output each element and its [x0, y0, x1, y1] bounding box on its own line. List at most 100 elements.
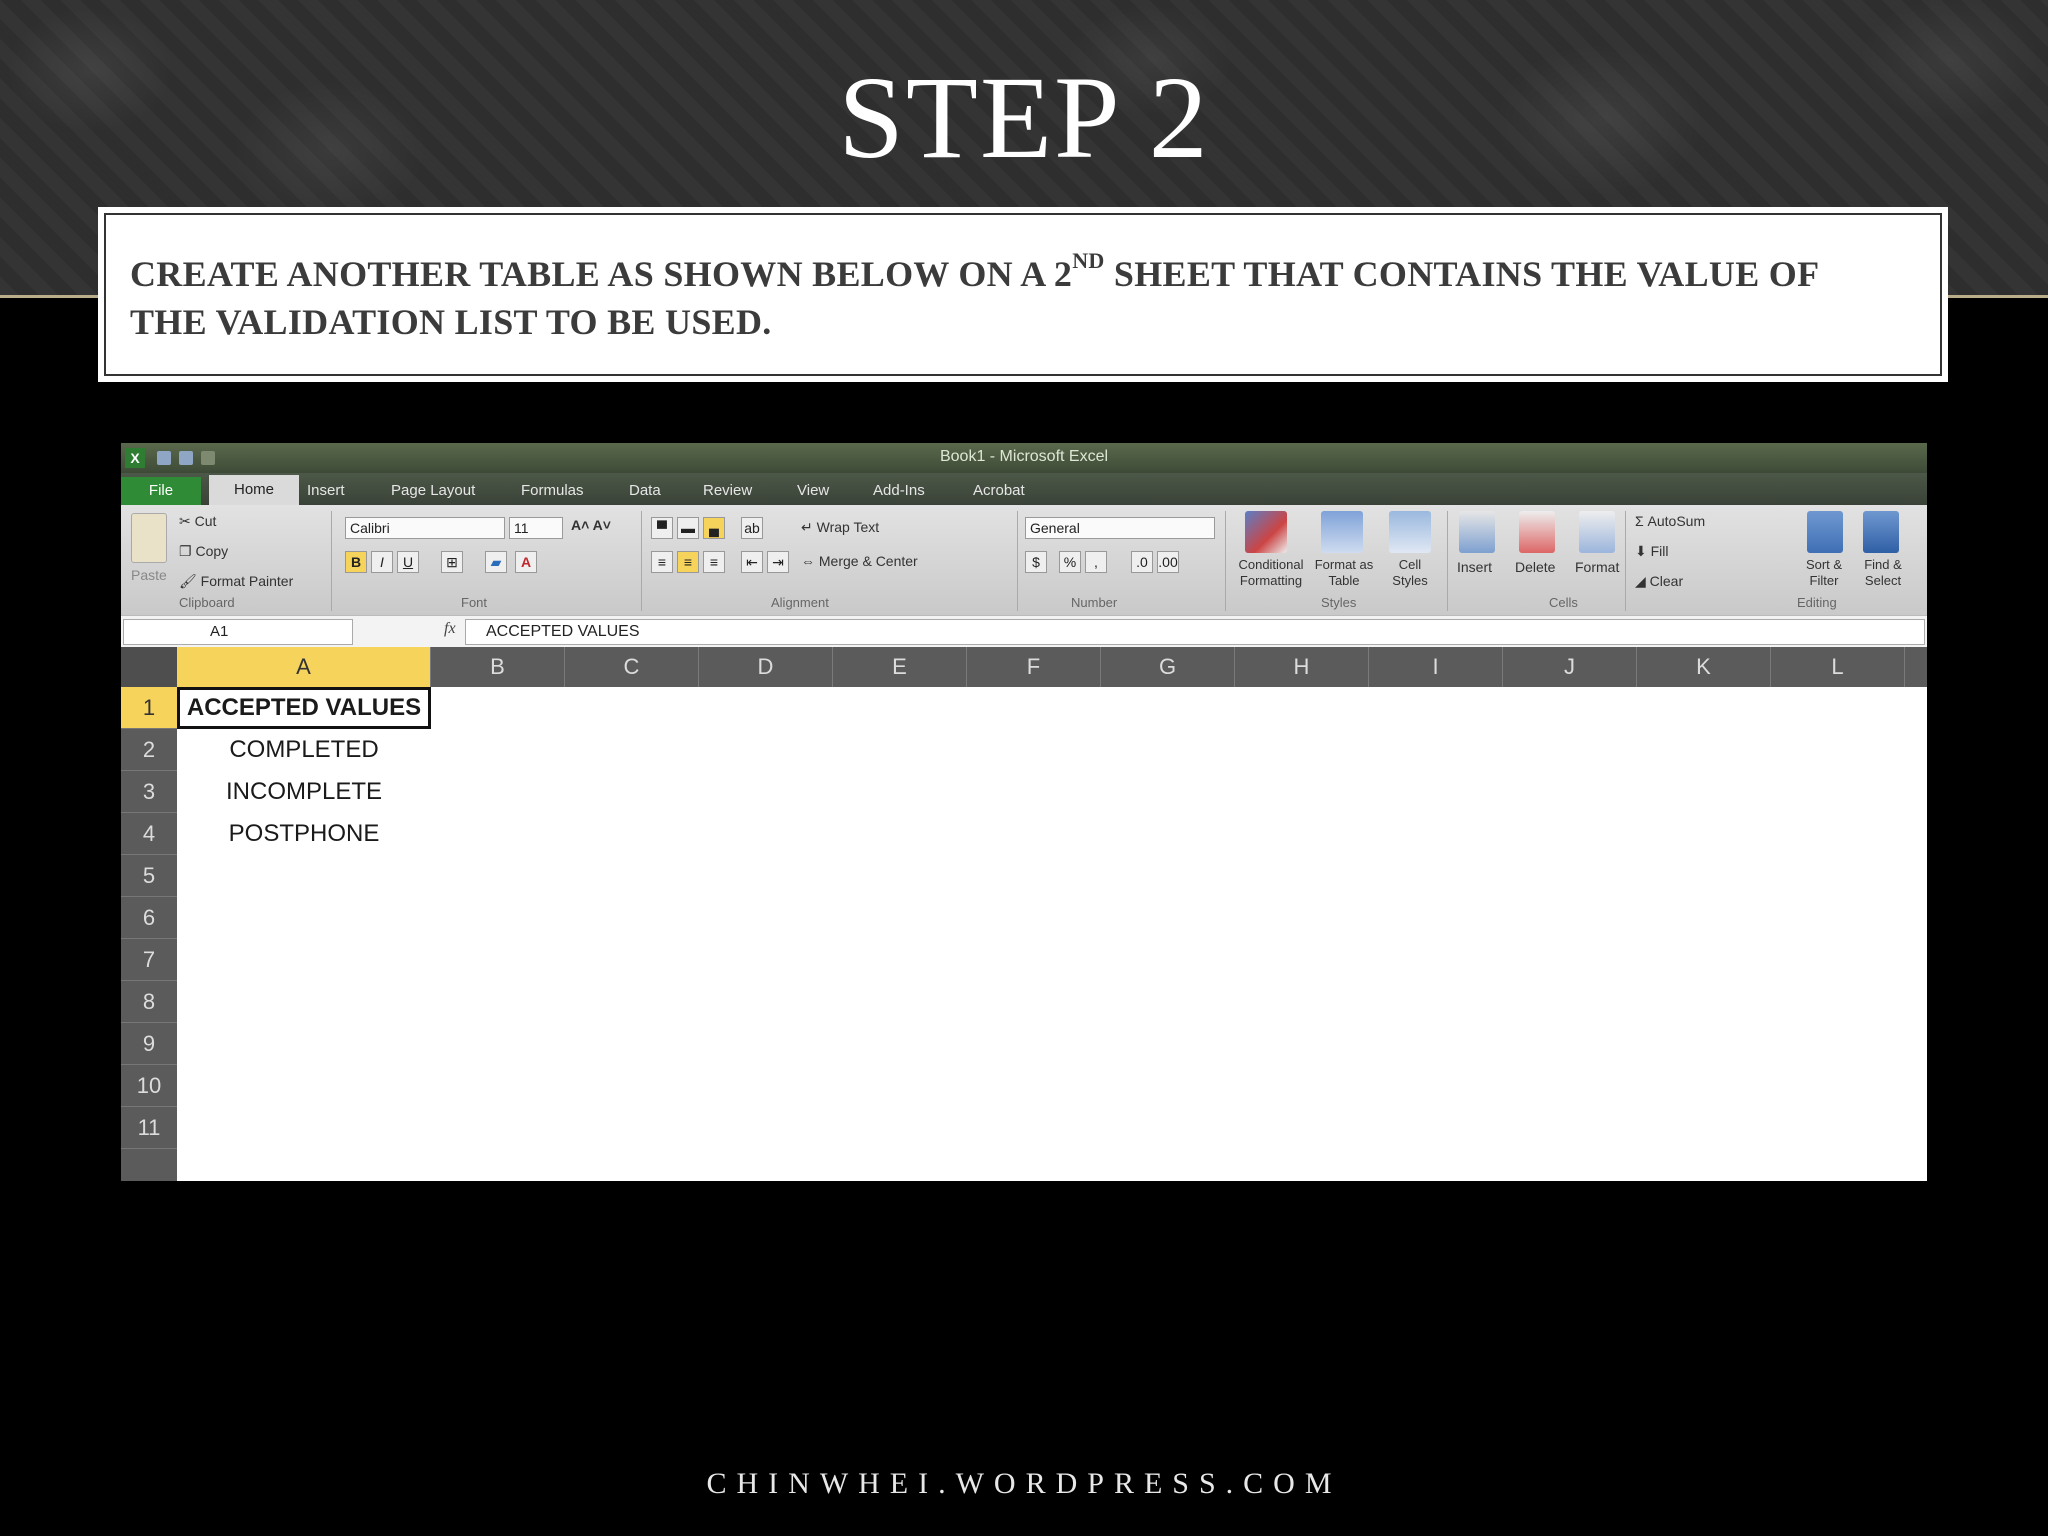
- autosum-button[interactable]: Σ AutoSum: [1635, 513, 1705, 529]
- format-painter-button[interactable]: 🖌 Format Painter: [179, 573, 293, 590]
- row-header-9[interactable]: 9: [121, 1023, 177, 1065]
- increase-decimal-icon[interactable]: .0: [1131, 551, 1153, 573]
- increase-indent-icon[interactable]: ⇥: [767, 551, 789, 573]
- wrap-text-button[interactable]: ↵ Wrap Text: [801, 519, 879, 536]
- worksheet-grid[interactable]: ACCEPTED VALUES COMPLETED INCOMPLETE POS…: [177, 687, 1927, 1181]
- paste-button[interactable]: Paste: [131, 567, 167, 583]
- row-header-3[interactable]: 3: [121, 771, 177, 813]
- tab-add-ins[interactable]: Add-Ins: [873, 482, 925, 499]
- row-header-5[interactable]: 5: [121, 855, 177, 897]
- cut-button[interactable]: ✂ Cut: [179, 513, 216, 530]
- insert-cells-icon[interactable]: [1459, 511, 1495, 553]
- row-header-6[interactable]: 6: [121, 897, 177, 939]
- column-header-a[interactable]: A: [177, 647, 431, 687]
- row-header-1[interactable]: 1: [121, 687, 177, 729]
- name-box[interactable]: A1: [123, 619, 353, 645]
- column-headers: A B C D E F G H I J K L: [121, 647, 1927, 687]
- fill-button[interactable]: ⬇ Fill: [1635, 543, 1669, 560]
- font-name-combo[interactable]: Calibri: [345, 517, 505, 539]
- formula-input[interactable]: ACCEPTED VALUES: [465, 619, 1925, 645]
- sort-filter-icon[interactable]: [1807, 511, 1843, 553]
- cell-a2[interactable]: COMPLETED: [177, 729, 431, 771]
- font-color-icon[interactable]: A: [515, 551, 537, 573]
- percent-button[interactable]: %: [1059, 551, 1081, 573]
- autosum-label: AutoSum: [1647, 513, 1706, 529]
- format-as-table-icon[interactable]: [1321, 511, 1363, 553]
- column-header-e[interactable]: E: [833, 647, 967, 687]
- align-bottom-icon[interactable]: ▄: [703, 517, 725, 539]
- cell-a3[interactable]: INCOMPLETE: [177, 771, 431, 813]
- column-header-j[interactable]: J: [1503, 647, 1637, 687]
- format-as-table-button[interactable]: Format as Table: [1313, 557, 1375, 589]
- tab-page-layout[interactable]: Page Layout: [391, 482, 475, 499]
- cell-styles-button[interactable]: Cell Styles: [1383, 557, 1437, 589]
- row-header-2[interactable]: 2: [121, 729, 177, 771]
- cell-styles-icon[interactable]: [1389, 511, 1431, 553]
- column-header-g[interactable]: G: [1101, 647, 1235, 687]
- tab-acrobat[interactable]: Acrobat: [973, 482, 1025, 499]
- column-header-b[interactable]: B: [431, 647, 565, 687]
- select-all-corner[interactable]: [121, 647, 177, 687]
- row-header-8[interactable]: 8: [121, 981, 177, 1023]
- italic-button[interactable]: I: [371, 551, 393, 573]
- column-header-k[interactable]: K: [1637, 647, 1771, 687]
- sort-filter-button[interactable]: Sort & Filter: [1799, 557, 1849, 589]
- tab-review[interactable]: Review: [703, 482, 752, 499]
- decrease-indent-icon[interactable]: ⇤: [741, 551, 763, 573]
- wrap-text-icon: ↵: [801, 519, 817, 535]
- orientation-icon[interactable]: ab: [741, 517, 763, 539]
- cell-a1[interactable]: ACCEPTED VALUES: [177, 687, 431, 729]
- find-select-button[interactable]: Find & Select: [1855, 557, 1911, 589]
- tab-data[interactable]: Data: [629, 482, 661, 499]
- column-header-d[interactable]: D: [699, 647, 833, 687]
- paste-icon[interactable]: [131, 513, 167, 563]
- underline-button[interactable]: U: [397, 551, 419, 573]
- row-header-7[interactable]: 7: [121, 939, 177, 981]
- row-headers: 1 2 3 4 5 6 7 8 9 10 11: [121, 687, 177, 1181]
- grow-font-icon[interactable]: A˄ A˅: [571, 517, 611, 533]
- column-header-f[interactable]: F: [967, 647, 1101, 687]
- column-header-i[interactable]: I: [1369, 647, 1503, 687]
- row-header-10[interactable]: 10: [121, 1065, 177, 1107]
- row-header-4[interactable]: 4: [121, 813, 177, 855]
- decrease-decimal-icon[interactable]: .00: [1157, 551, 1179, 573]
- cell-a4[interactable]: POSTPHONE: [177, 813, 431, 855]
- column-header-l[interactable]: L: [1771, 647, 1905, 687]
- sigma-icon: Σ: [1635, 513, 1648, 529]
- align-top-icon[interactable]: ▀: [651, 517, 673, 539]
- merge-center-button[interactable]: ⇔ Merge & Center: [801, 553, 918, 569]
- wrap-text-label: Wrap Text: [816, 519, 880, 535]
- align-center-icon[interactable]: ≡: [677, 551, 699, 573]
- font-group-label: Font: [461, 595, 488, 610]
- number-format-combo[interactable]: General: [1025, 517, 1215, 539]
- tab-file[interactable]: File: [121, 477, 201, 505]
- delete-cells-icon[interactable]: [1519, 511, 1555, 553]
- comma-button[interactable]: ,: [1085, 551, 1107, 573]
- binoculars-icon[interactable]: [1863, 511, 1899, 553]
- fill-color-icon[interactable]: ▰: [485, 551, 507, 573]
- borders-icon[interactable]: ⊞: [441, 551, 463, 573]
- currency-button[interactable]: $: [1025, 551, 1047, 573]
- align-middle-icon[interactable]: ▬: [677, 517, 699, 539]
- align-left-icon[interactable]: ≡: [651, 551, 673, 573]
- delete-button[interactable]: Delete: [1515, 559, 1555, 575]
- align-right-icon[interactable]: ≡: [703, 551, 725, 573]
- font-size-combo[interactable]: 11: [509, 517, 563, 539]
- format-cells-icon[interactable]: [1579, 511, 1615, 553]
- bold-button[interactable]: B: [345, 551, 367, 573]
- tab-view[interactable]: View: [797, 482, 829, 499]
- insert-button[interactable]: Insert: [1457, 559, 1492, 575]
- conditional-formatting-button[interactable]: Conditional Formatting: [1231, 557, 1311, 589]
- format-button[interactable]: Format: [1575, 559, 1619, 575]
- column-header-h[interactable]: H: [1235, 647, 1369, 687]
- tab-home[interactable]: Home: [209, 475, 299, 505]
- function-icon[interactable]: fx: [444, 620, 456, 638]
- copy-button[interactable]: ❐ Copy: [179, 543, 228, 560]
- row-header-11[interactable]: 11: [121, 1107, 177, 1149]
- group-divider: [1447, 511, 1448, 611]
- column-header-c[interactable]: C: [565, 647, 699, 687]
- clear-button[interactable]: ◢ Clear: [1635, 573, 1683, 590]
- tab-formulas[interactable]: Formulas: [521, 482, 584, 499]
- tab-insert[interactable]: Insert: [307, 482, 345, 499]
- conditional-formatting-icon[interactable]: [1245, 511, 1287, 553]
